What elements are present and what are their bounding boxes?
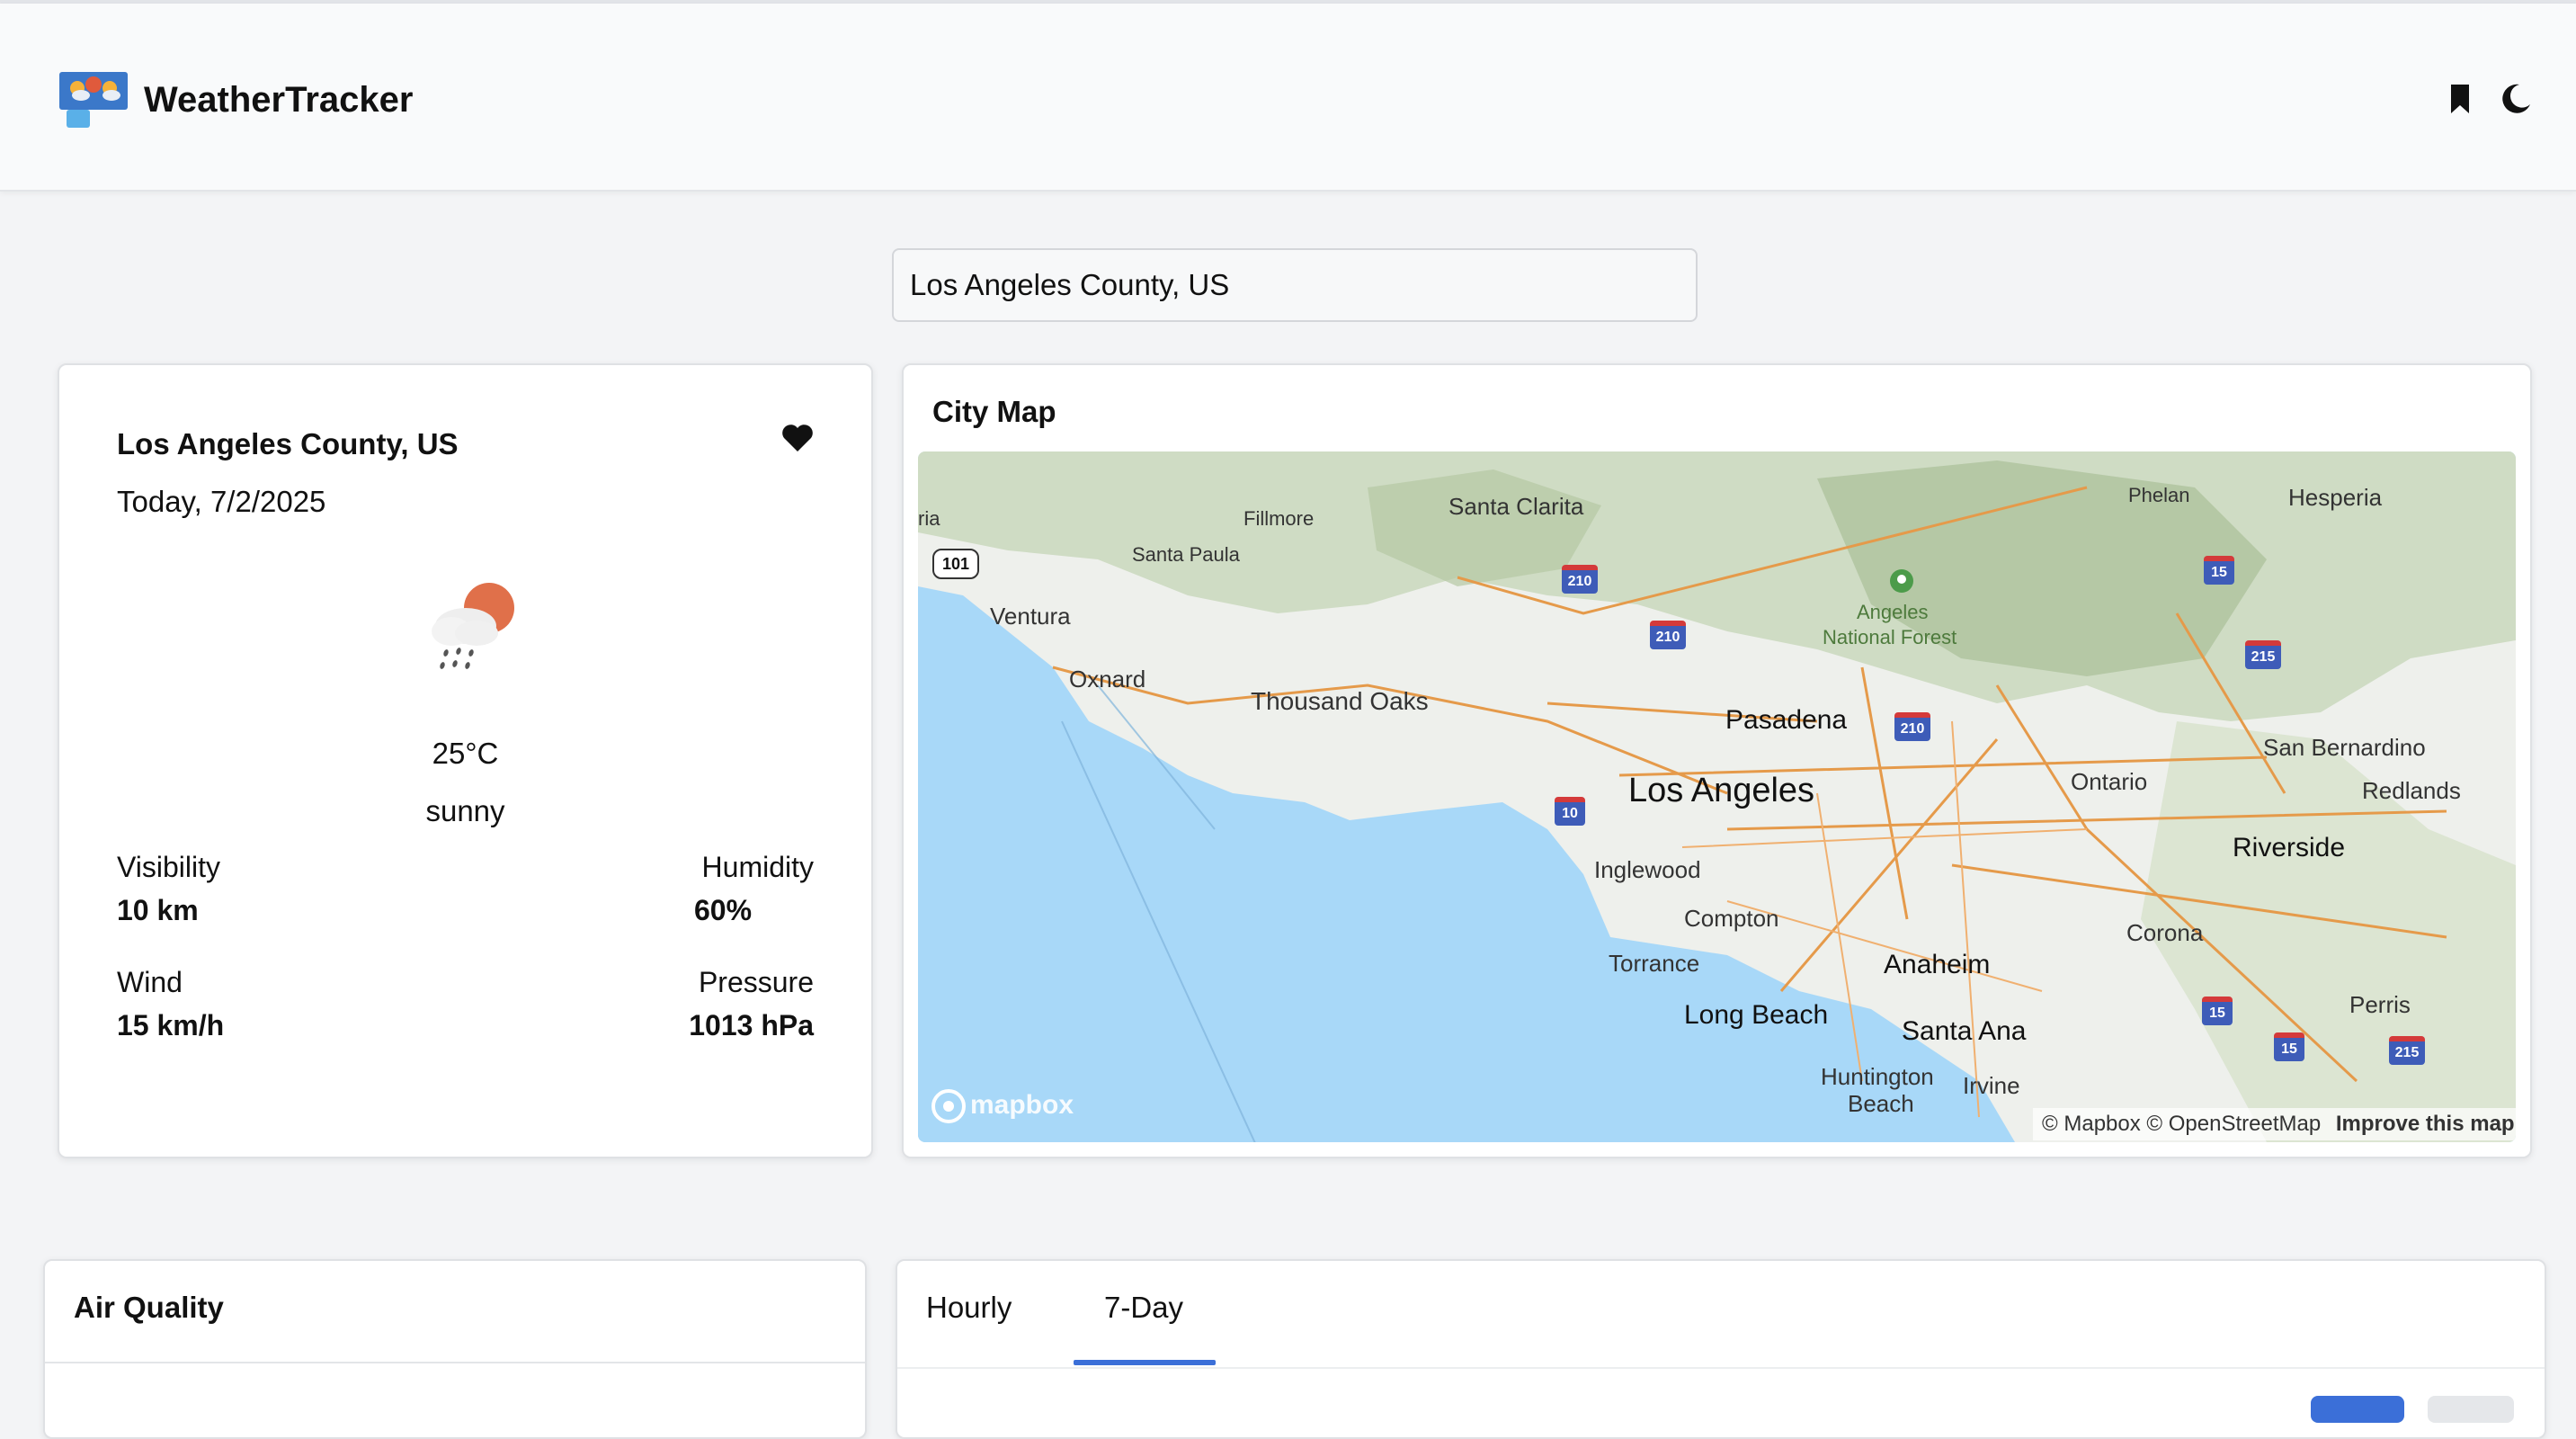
map-label: Santa Ana [1902, 1016, 2027, 1046]
map-label: Ontario [2071, 768, 2148, 795]
map-label: Oxnard [1069, 666, 1146, 693]
detail-label: Wind [117, 966, 183, 998]
highway-shield: 210 [1650, 621, 1686, 649]
map-label: Phelan [2128, 484, 2190, 506]
weather-logo-icon [59, 72, 128, 128]
map-label: Anaheim [1884, 950, 1991, 979]
weather-date: Today, 7/2/2025 [117, 485, 326, 518]
map-label: Pasadena [1725, 705, 1848, 735]
map-label: National Forest [1823, 626, 1957, 648]
map-label: ria [918, 507, 940, 530]
city-map[interactable]: Santa Clarita Fillmore Santa Paula ria V… [918, 451, 2516, 1142]
detail-label: Pressure [698, 966, 814, 998]
highway-shield: 10 [1555, 797, 1585, 826]
tab-7-day[interactable]: 7-Day [1104, 1288, 1183, 1327]
map-label: Santa Clarita [1448, 493, 1584, 520]
map-label: Irvine [1963, 1072, 2020, 1099]
highway-shield: 210 [1562, 565, 1598, 594]
search-input[interactable] [892, 248, 1698, 322]
map-label: Riverside [2233, 833, 2346, 863]
air-quality-title: Air Quality [74, 1291, 224, 1324]
app-header: WeatherTracker [0, 4, 2576, 192]
improve-map-link[interactable]: Improve this map [2336, 1112, 2515, 1136]
map-label: Torrance [1609, 950, 1700, 977]
detail-value: 60% [694, 894, 753, 926]
mapbox-brand: mapbox [970, 1090, 1074, 1120]
weather-condition: sunny [425, 794, 505, 827]
map-label: Los Angeles [1628, 772, 1815, 809]
map-label: Angeles [1857, 601, 1929, 623]
map-label: Perris [2349, 991, 2411, 1018]
detail-label: Visibility [117, 851, 220, 883]
highway-shield: 15 [2274, 1032, 2304, 1061]
map-label: Huntington [1821, 1063, 1934, 1090]
highway-shield: 215 [2389, 1036, 2425, 1065]
map-label: Fillmore [1243, 507, 1315, 530]
map-title: City Map [932, 395, 1056, 428]
detail-label: Humidity [701, 851, 814, 883]
detail-value: 10 km [117, 894, 199, 926]
map-label: Hesperia [2288, 484, 2383, 511]
weather-location: Los Angeles County, US [117, 427, 459, 460]
highway-shield: 15 [2204, 556, 2234, 585]
map-label: Beach [1848, 1090, 1914, 1117]
map-label: Thousand Oaks [1251, 687, 1429, 715]
park-icon [1890, 569, 1913, 593]
map-label: Corona [2126, 919, 2204, 946]
highway-shield: 101 [932, 549, 979, 579]
map-label: Santa Paula [1132, 543, 1240, 566]
forecast-toggle-active[interactable] [2311, 1396, 2404, 1423]
air-quality-card: Air Quality [43, 1259, 867, 1439]
moon-icon[interactable] [2498, 81, 2534, 117]
map-label: Ventura [990, 603, 1071, 630]
map-label: Long Beach [1684, 1000, 1829, 1030]
app-title: WeatherTracker [144, 80, 414, 120]
map-label: Redlands [2362, 777, 2461, 804]
map-label: Inglewood [1594, 856, 1701, 883]
forecast-card: Hourly 7-Day [896, 1259, 2546, 1439]
map-label: San Bernardino [2263, 734, 2426, 761]
highway-shield: 210 [1894, 712, 1930, 741]
detail-value: 15 km/h [117, 1009, 225, 1041]
active-tab-indicator [1074, 1360, 1216, 1365]
temperature: 25°C [432, 737, 499, 770]
mapbox-logo-icon [931, 1089, 966, 1123]
sun-cloud-rain-icon [432, 583, 514, 669]
highway-shield: 15 [2202, 997, 2233, 1025]
city-map-card: City Map Santa Clarita Fillmore Santa Pa… [902, 363, 2532, 1158]
current-weather-card: Los Angeles County, US Today, 7/2/2025 2… [58, 363, 873, 1158]
attribution-text[interactable]: © Mapbox © OpenStreetMap [2042, 1112, 2321, 1136]
map-label: Compton [1684, 905, 1779, 932]
bookmark-icon[interactable] [2442, 81, 2478, 117]
tab-hourly[interactable]: Hourly [926, 1288, 1012, 1327]
heart-icon[interactable] [780, 423, 815, 453]
forecast-toggle[interactable] [2428, 1396, 2514, 1423]
map-attribution: © Mapbox © OpenStreetMap Improve this ma… [2033, 1108, 2516, 1140]
highway-shield: 215 [2245, 640, 2281, 669]
detail-value: 1013 hPa [689, 1009, 814, 1041]
